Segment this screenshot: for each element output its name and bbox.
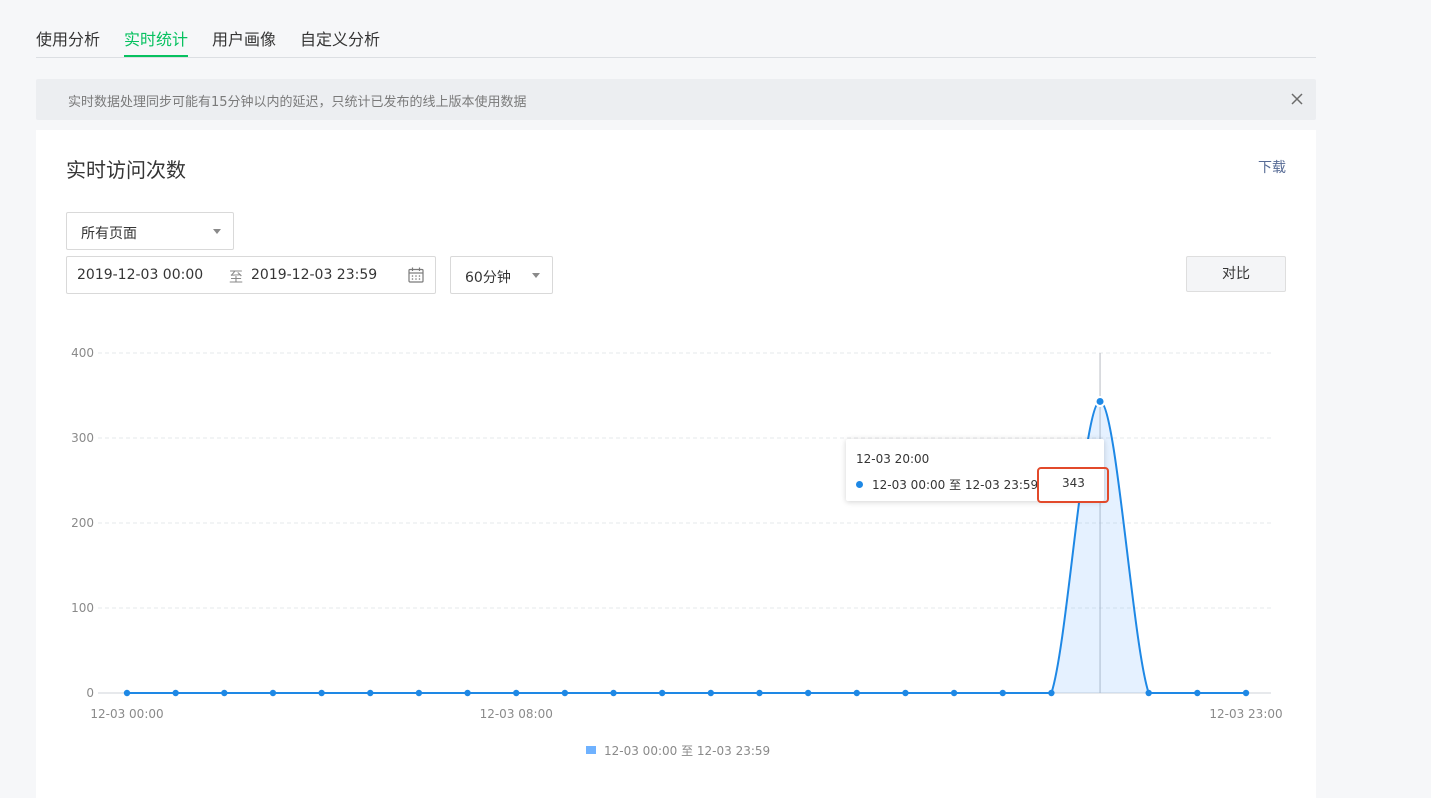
data-point[interactable] [902,689,909,697]
y-tick-label: 400 [71,346,94,360]
tab-user-profile[interactable]: 用户画像 [212,26,276,50]
data-point[interactable] [1242,689,1250,697]
legend-label: 12-03 00:00 至 12-03 23:59 [604,744,771,758]
tooltip-time: 12-03 20:00 [856,452,930,466]
x-tick-label: 12-03 08:00 [480,707,553,721]
data-point[interactable] [1194,689,1201,697]
data-point[interactable] [415,689,423,697]
data-point[interactable] [610,689,617,697]
data-point[interactable] [123,689,131,697]
realtime-visits-card: 实时访问次数 下载 所有页面 2019-12-03 00:00 至 2019-1… [36,130,1316,798]
x-tick-label: 12-03 00:00 [90,707,163,721]
data-point[interactable] [950,689,958,697]
tooltip-series-dot [856,481,863,488]
data-point[interactable] [318,689,325,697]
data-point[interactable] [853,689,860,697]
top-tabs: 使用分析 实时统计 用户画像 自定义分析 [36,0,1316,58]
data-point[interactable] [756,689,763,697]
active-tab-indicator [124,55,188,57]
y-tick-label: 100 [71,601,94,615]
data-point[interactable] [804,689,812,697]
data-point[interactable] [1048,689,1055,697]
data-point[interactable] [1145,689,1152,697]
data-point-active[interactable] [1094,395,1106,407]
y-tick-label: 0 [86,686,94,700]
data-point[interactable] [464,689,471,697]
data-point[interactable] [221,689,228,697]
tooltip-series-name: 12-03 00:00 至 12-03 23:59 [872,478,1039,492]
data-point[interactable] [999,689,1006,697]
notice-banner: 实时数据处理同步可能有15分钟以内的延迟，只统计已发布的线上版本使用数据 [36,79,1316,120]
tab-realtime-stats[interactable]: 实时统计 [124,26,188,50]
tab-usage-analysis[interactable]: 使用分析 [36,26,100,50]
x-tick-label: 12-03 23:00 [1209,707,1282,721]
data-point[interactable] [561,689,569,697]
data-point[interactable] [513,689,520,697]
data-point[interactable] [269,689,277,697]
data-point[interactable] [367,689,374,697]
data-point[interactable] [707,689,715,697]
legend-swatch [586,746,596,754]
data-point[interactable] [658,689,666,697]
realtime-visits-chart[interactable]: 0 100 200 300 400 12-03 00:00 12-03 08:00 12-03… [36,130,1316,798]
y-tick-label: 200 [71,516,94,530]
data-point[interactable] [172,689,179,697]
notice-text: 实时数据处理同步可能有15分钟以内的延迟，只统计已发布的线上版本使用数据 [68,95,527,110]
close-icon[interactable] [1288,90,1306,108]
tab-custom-analysis[interactable]: 自定义分析 [300,26,380,50]
y-tick-label: 300 [71,431,94,445]
value-highlight-box [1037,467,1109,503]
